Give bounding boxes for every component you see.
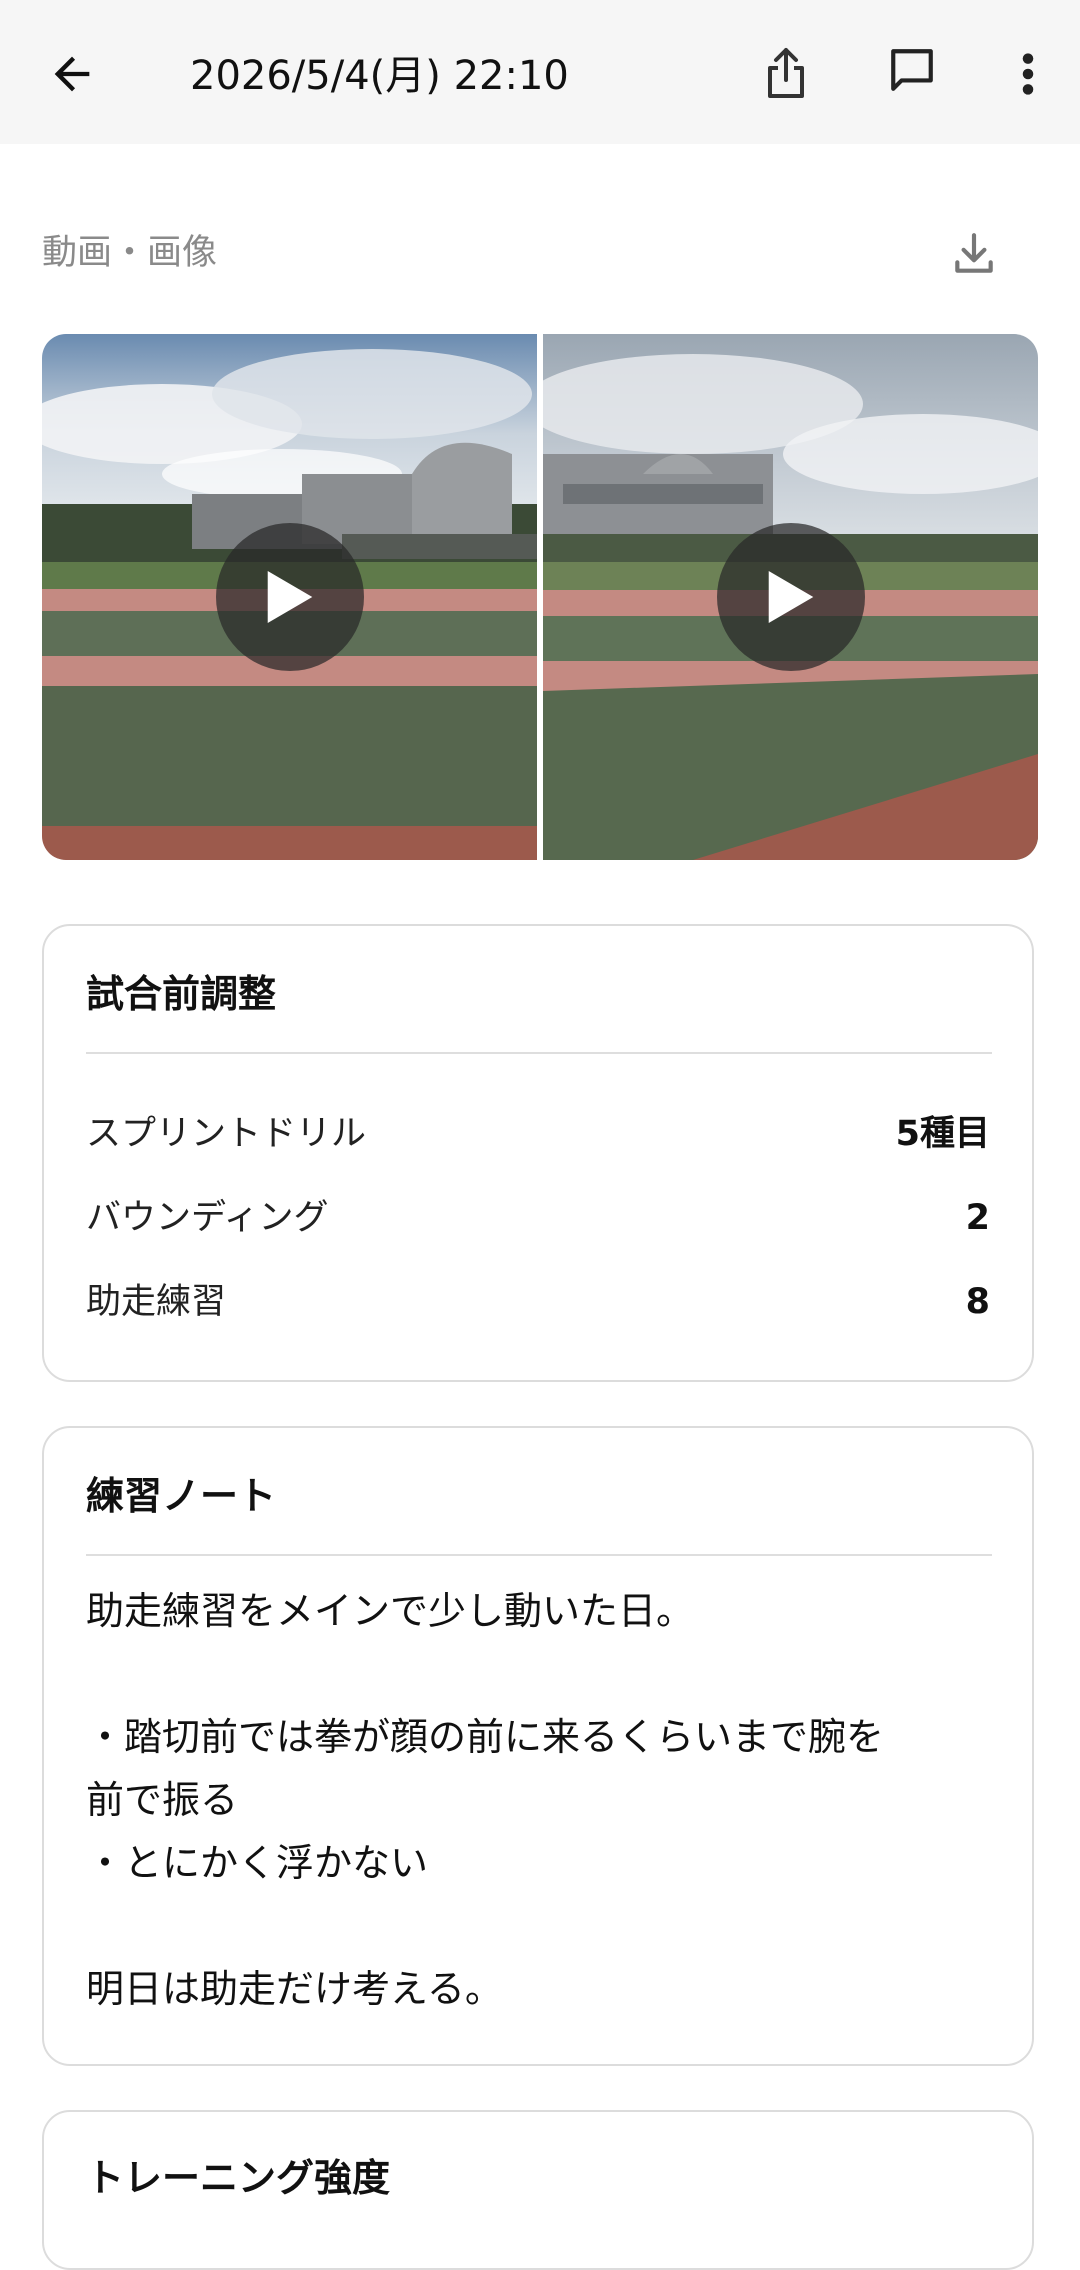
list-item: スプリントドリル 5種目 bbox=[86, 1104, 990, 1164]
comment-icon bbox=[891, 49, 933, 91]
training-intensity-card: トレーニング強度 bbox=[42, 2110, 1034, 2270]
comment-button[interactable] bbox=[872, 30, 952, 110]
note-line: ・とにかく浮かない bbox=[86, 1841, 429, 1885]
list-item: 助走練習 8 bbox=[86, 1272, 990, 1332]
media-section-label: 動画・画像 bbox=[42, 233, 218, 273]
list-item: バウンディング 2 bbox=[86, 1188, 990, 1248]
item-value: 5種目 bbox=[895, 1114, 990, 1154]
practice-note-card: 練習ノート 助走練習をメインで少し動いた日。 ・踏切前では拳が顔の前に来るくらい… bbox=[42, 1426, 1034, 2066]
item-label: 助走練習 bbox=[86, 1282, 227, 1322]
note-line: ・踏切前では拳が顔の前に来るくらいまで腕を bbox=[86, 1715, 885, 1759]
item-value: 8 bbox=[965, 1282, 990, 1322]
note-line: 助走練習をメインで少し動いた日。 bbox=[86, 1589, 695, 1633]
training-menu-card: 試合前調整 スプリントドリル 5種目 バウンディング 2 助走練習 8 bbox=[42, 924, 1034, 1382]
record-datetime: 2026/5/4(月) 22:10 bbox=[190, 53, 569, 99]
video-thumbnail[interactable] bbox=[42, 334, 537, 860]
play-icon bbox=[267, 571, 312, 623]
card-divider bbox=[86, 1554, 992, 1556]
note-line: 前で振る bbox=[86, 1778, 239, 1822]
item-value: 2 bbox=[965, 1198, 990, 1238]
share-button[interactable] bbox=[746, 34, 826, 114]
video-thumbnail[interactable] bbox=[543, 334, 1038, 860]
share-icon bbox=[768, 48, 804, 98]
note-line: 明日は助走だけ考える。 bbox=[86, 1967, 503, 2011]
note-blank-line bbox=[86, 1895, 992, 1958]
item-label: バウンディング bbox=[86, 1198, 329, 1238]
card-divider bbox=[86, 1052, 992, 1054]
top-app-bar: 2026/5/4(月) 22:10 bbox=[0, 0, 1080, 144]
back-button[interactable] bbox=[32, 34, 112, 114]
card-title: トレーニング強度 bbox=[86, 2156, 391, 2200]
more-options-button[interactable] bbox=[1000, 34, 1056, 114]
more-vertical-icon bbox=[1022, 53, 1034, 95]
play-icon bbox=[768, 571, 813, 623]
card-title: 試合前調整 bbox=[86, 972, 277, 1016]
download-button[interactable] bbox=[934, 214, 1014, 294]
note-blank-line bbox=[86, 1643, 992, 1706]
play-button[interactable] bbox=[215, 523, 364, 671]
download-icon bbox=[955, 233, 993, 273]
arrow-left-icon bbox=[54, 56, 90, 92]
item-label: スプリントドリル bbox=[86, 1114, 367, 1154]
note-body: 助走練習をメインで少し動いた日。 ・踏切前では拳が顔の前に来るくらいまで腕を 前… bbox=[86, 1580, 992, 2021]
play-button[interactable] bbox=[716, 523, 865, 671]
card-title: 練習ノート bbox=[86, 1474, 277, 1518]
media-gallery bbox=[42, 334, 1038, 860]
